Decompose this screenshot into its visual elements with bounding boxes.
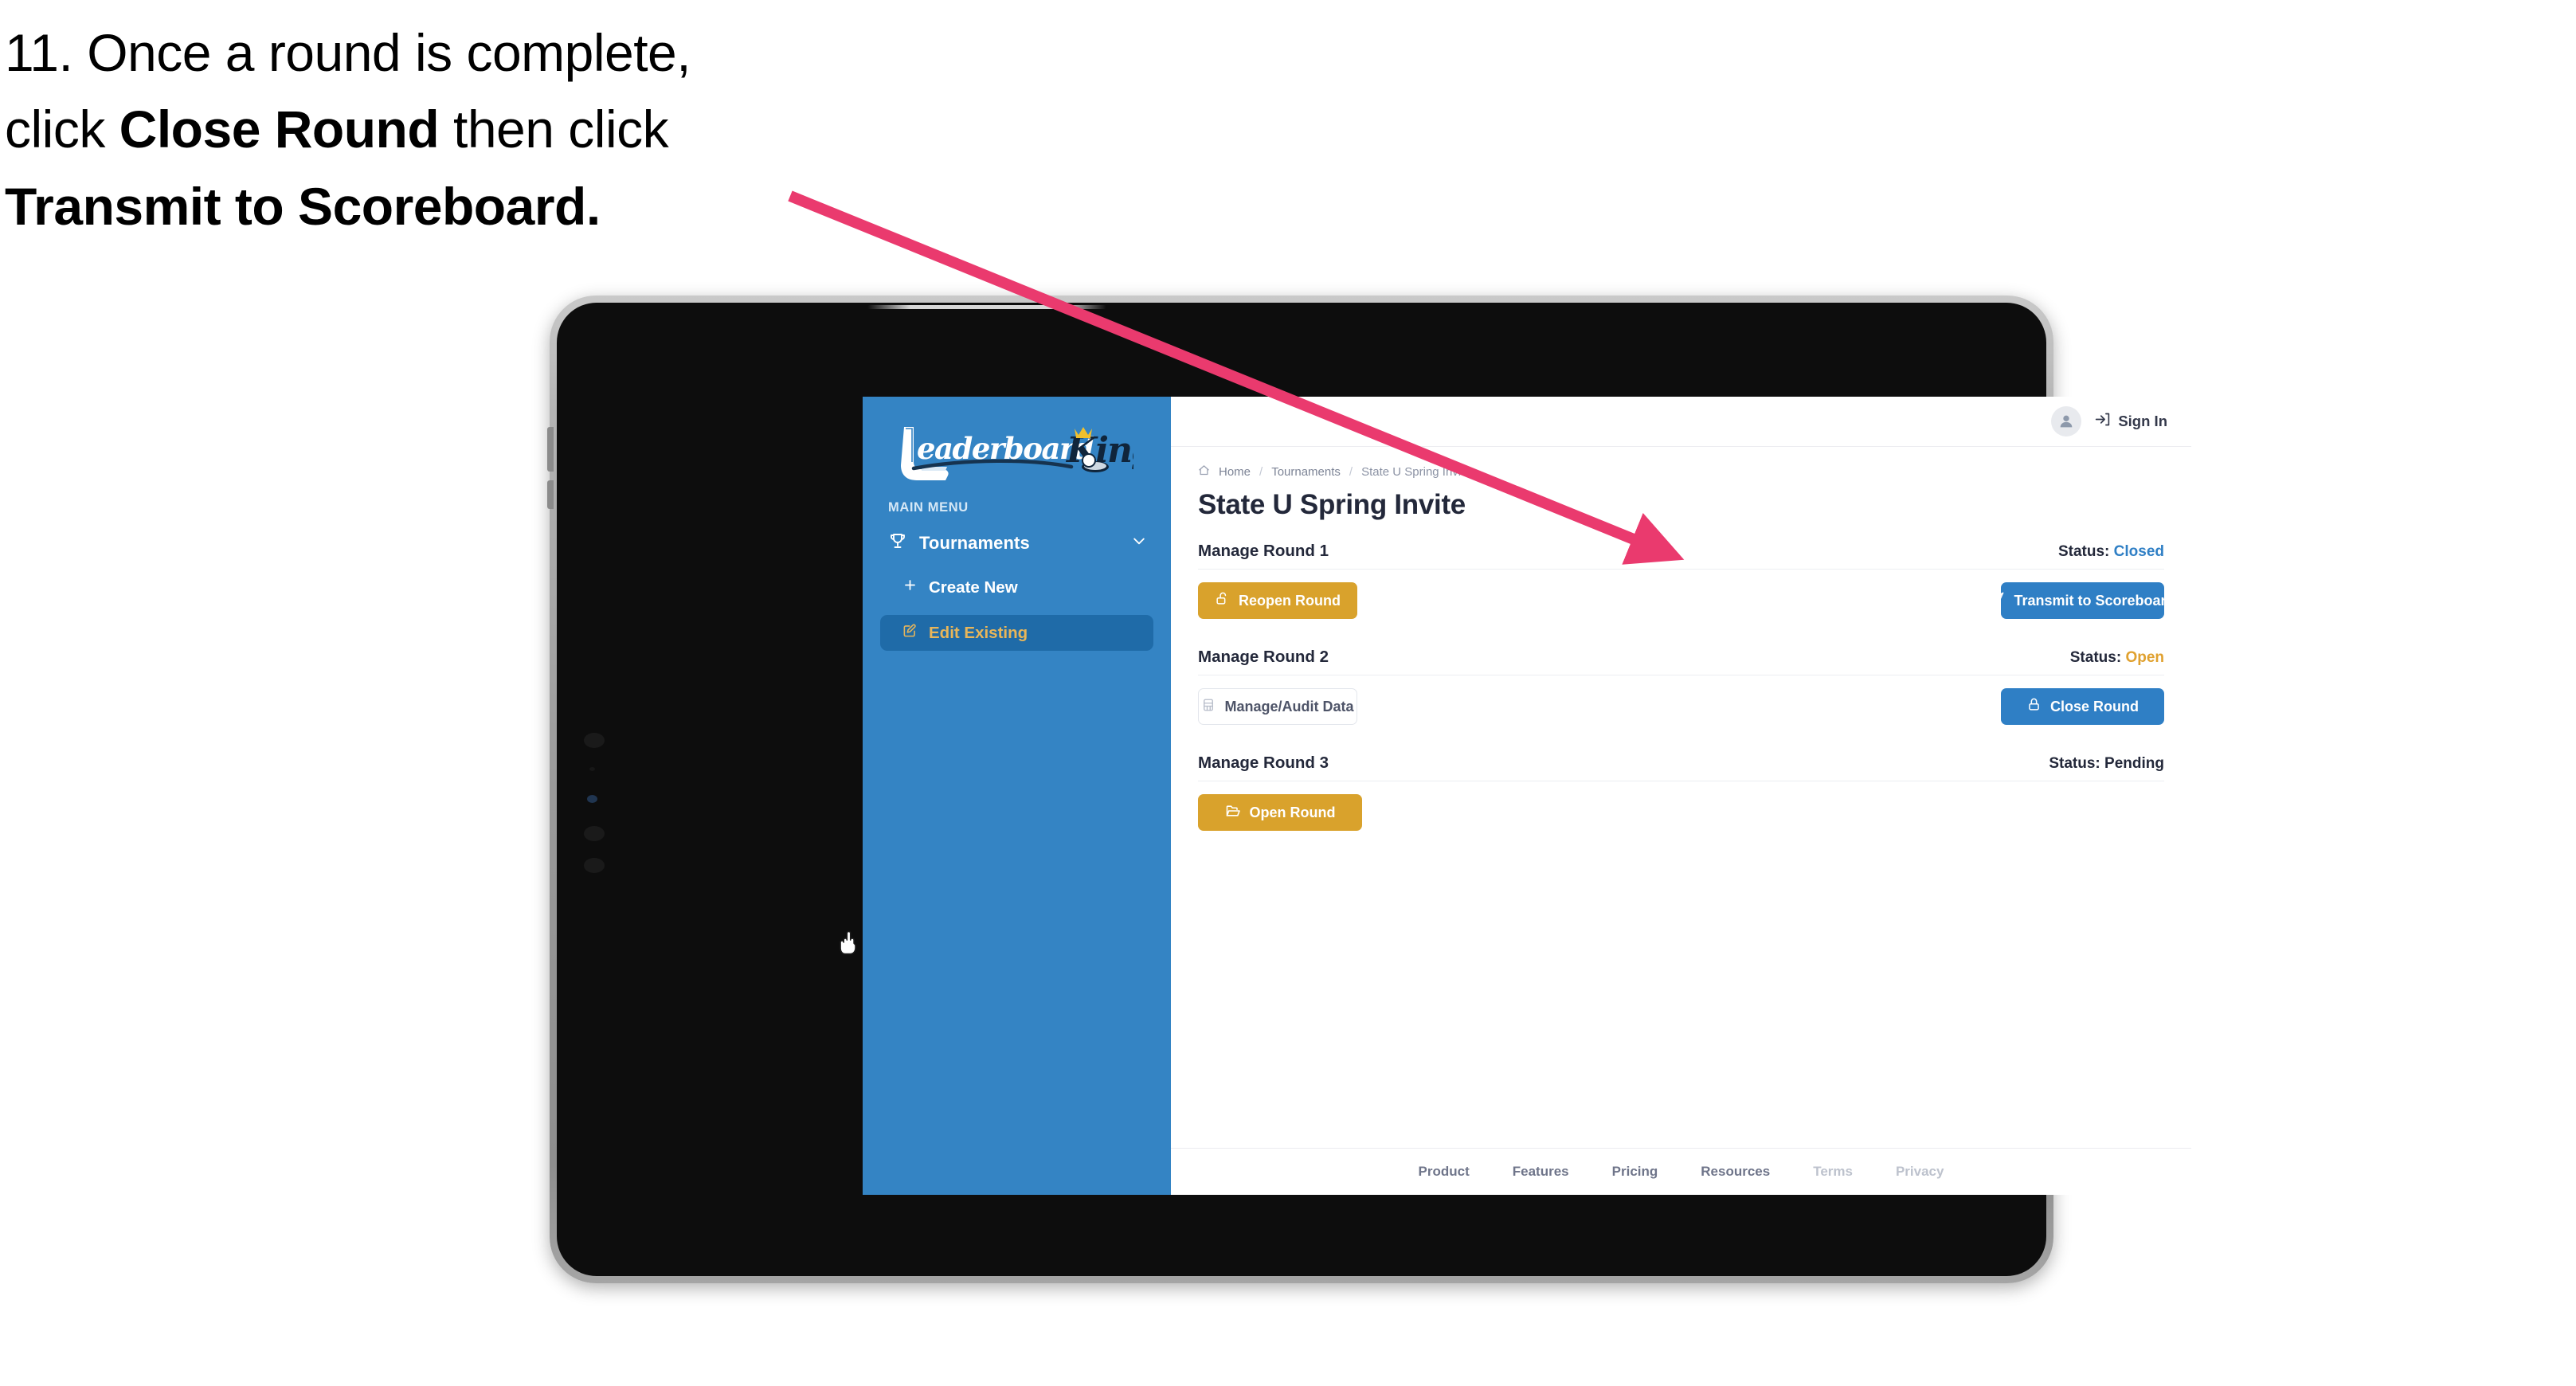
open-round-button[interactable]: Open Round [1198,794,1362,831]
breadcrumb-item-home[interactable]: Home [1219,465,1251,479]
round-2-name: Manage Round 2 [1198,648,1329,666]
sign-in-button[interactable]: Sign In [2094,411,2167,432]
instruction-close-round-emphasis: Close Round [119,100,440,159]
close-round-label: Close Round [2050,698,2139,715]
tablet-status-led [587,795,597,803]
round-1-status-label: Status: [2057,543,2110,560]
round-2-status-label: Status: [2069,649,2122,666]
plus-icon [902,578,918,597]
round-3-header: Manage Round 3 Status: Pending [1198,754,2164,781]
round-3-status: Status: Pending [2049,755,2164,773]
home-icon[interactable] [1198,464,1210,480]
round-1-status: Status: Closed [2058,543,2164,561]
manage-audit-data-button[interactable]: Manage/Audit Data [1198,688,1357,725]
tablet-device-frame: eaderboard King [547,296,2191,1283]
sidebar-section-label: MAIN MENU [888,500,969,515]
tablet-volume-up-button[interactable] [547,427,554,472]
round-2-actions: Manage/Audit Data Close Round [1198,688,2164,725]
user-avatar-icon[interactable] [2051,406,2082,437]
leaderboard-king-logo-icon: eaderboard King [901,427,1133,480]
footer: Product Features Pricing Resources Terms… [1171,1148,2191,1195]
round-1-status-value: Closed [2113,543,2164,560]
round-3-status-label: Status: [2049,755,2100,772]
transmit-to-scoreboard-button[interactable]: Transmit to Scoreboard [1991,582,2175,619]
sidebar-item-create-new[interactable]: Create New [880,570,1153,605]
reopen-round-button[interactable]: Reopen Round [1198,582,1357,619]
footer-link-privacy[interactable]: Privacy [1896,1164,1944,1180]
round-1-name: Manage Round 1 [1198,542,1329,560]
tablet-screen: eaderboard King [863,397,2191,1195]
chevron-down-icon[interactable] [1131,533,1147,554]
close-round-button[interactable]: Close Round [2001,688,2164,725]
round-2-status-value: Open [2125,649,2164,666]
sidebar-item-create-new-label: Create New [929,578,1018,597]
main-content: Sign In Home / Tournaments / State U Spr… [1171,397,2191,1195]
page-content: Home / Tournaments / State U Spring Invi… [1171,447,2191,1148]
tablet-camera [584,733,605,748]
page-title: State U Spring Invite [1198,489,1466,520]
lock-icon [2026,697,2042,716]
instruction-line-1: 11. Once a round is complete, [5,23,691,82]
tablet-mic [584,826,605,841]
breadcrumb-separator: / [1349,465,1353,479]
open-folder-icon [1225,803,1241,823]
unlock-icon [1215,591,1230,610]
breadcrumb-separator: / [1259,465,1263,479]
footer-link-product[interactable]: Product [1419,1164,1470,1180]
instruction-line-2-prefix: click [5,100,119,159]
tablet-speaker-grille [867,305,1106,309]
open-round-label: Open Round [1249,804,1336,820]
table-grid-icon [1201,698,1216,716]
sidebar: eaderboard King [863,397,1171,1195]
tablet-sensor [589,767,595,771]
tablet-aux-sensor [584,858,605,873]
round-block-1: Manage Round 1 Status: Closed Reopen Rou… [1198,542,2175,619]
manage-audit-data-label: Manage/Audit Data [1224,698,1354,715]
footer-link-features[interactable]: Features [1513,1164,1569,1180]
app-logo[interactable]: eaderboard King [863,414,1171,486]
paper-plane-icon [1990,591,2005,610]
transmit-to-scoreboard-label: Transmit to Scoreboard [2014,592,2175,609]
breadcrumb: Home / Tournaments / State U Spring Invi… [1198,464,2164,480]
footer-link-terms[interactable]: Terms [1813,1164,1853,1180]
round-2-header: Manage Round 2 Status: Open [1198,648,2164,675]
sign-in-label: Sign In [2118,413,2167,429]
reopen-round-label: Reopen Round [1239,592,1341,609]
round-block-2: Manage Round 2 Status: Open Manage/Audit… [1198,648,2164,725]
instruction-transmit-emphasis: Transmit to Scoreboard. [5,176,601,236]
footer-link-pricing[interactable]: Pricing [1612,1164,1658,1180]
sidebar-item-edit-existing-label: Edit Existing [929,623,1028,642]
breadcrumb-item-current: State U Spring Invite [1361,465,1471,479]
top-bar: Sign In [1171,397,2191,447]
sign-in-arrow-icon [2094,411,2111,432]
round-1-header: Manage Round 1 Status: Closed [1198,542,2164,570]
sidebar-item-edit-existing[interactable]: Edit Existing [880,615,1153,651]
sidebar-item-tournaments[interactable]: Tournaments [863,515,1171,555]
tablet-volume-down-button[interactable] [547,480,554,509]
round-2-status: Status: Open [2070,649,2164,667]
breadcrumb-item-tournaments[interactable]: Tournaments [1271,465,1341,479]
sidebar-item-tournaments-label: Tournaments [919,533,1030,553]
tablet-bezel: eaderboard King [557,303,2191,1276]
round-3-name: Manage Round 3 [1198,754,1329,772]
edit-pencil-icon [902,623,918,643]
round-3-status-value: Pending [2104,755,2164,772]
round-3-actions: Open Round [1198,794,2164,831]
instruction-caption: 11. Once a round is complete, click Clos… [5,14,865,245]
round-1-actions: Reopen Round Transmit to Scoreboard [1198,582,2175,619]
instruction-line-2-suffix: then click [439,100,669,159]
round-block-3: Manage Round 3 Status: Pending Open Roun… [1198,754,2164,831]
trophy-icon [888,531,907,555]
app-body: eaderboard King [863,397,2191,1195]
footer-link-resources[interactable]: Resources [1701,1164,1770,1180]
mouse-cursor-pointer [840,930,856,955]
